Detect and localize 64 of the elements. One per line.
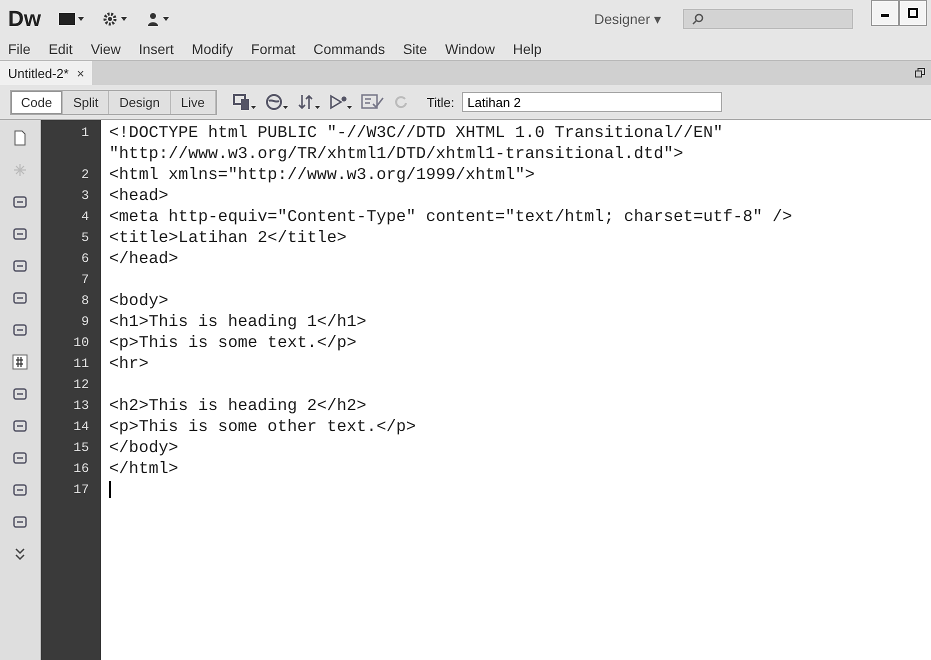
code-line: <!DOCTYPE html PUBLIC "-//W3C//DTD XHTML 1.0 Transitional//EN": [109, 123, 723, 142]
code-line: <html xmlns="http://www.w3.org/1999/xhtml">: [109, 165, 535, 184]
close-tab-button[interactable]: ×: [76, 66, 84, 80]
preview-icon[interactable]: [328, 93, 353, 111]
menu-item[interactable]: Site: [402, 41, 428, 57]
layout-icon[interactable]: [59, 12, 85, 26]
line-number: 6: [80, 251, 90, 266]
code-line: <meta http-equiv="Content-Type" content="text/html; charset=utf-8" />: [109, 207, 792, 226]
maximize-button[interactable]: [899, 0, 927, 26]
search-icon: [692, 13, 704, 25]
search-field[interactable]: [683, 9, 853, 29]
code-line: <title>Latihan 2</title>: [109, 228, 347, 247]
menu-item[interactable]: Insert: [138, 41, 174, 57]
code-line: <h2>This is heading 2</h2>: [109, 396, 366, 415]
line-number: 12: [72, 377, 90, 392]
menu-item[interactable]: Format: [251, 41, 296, 57]
transfer-icon[interactable]: [296, 93, 321, 111]
code-line: </body>: [109, 438, 178, 457]
code-line: </head>: [109, 249, 178, 268]
code-line: <head>: [109, 186, 168, 205]
devices-icon[interactable]: [232, 93, 257, 111]
gear-icon[interactable]: [103, 12, 129, 26]
restore-icon[interactable]: [915, 68, 925, 78]
line-number: 1: [80, 125, 90, 140]
code-line: <p>This is some other text.</p>: [109, 417, 416, 436]
hash-icon[interactable]: [12, 354, 28, 370]
line-number: 5: [80, 230, 90, 245]
menu-item[interactable]: View: [90, 41, 121, 57]
menu-item[interactable]: Commands: [313, 41, 385, 57]
menu-item[interactable]: Edit: [48, 41, 73, 57]
line-number: 4: [80, 209, 90, 224]
line-number: 15: [72, 440, 90, 455]
title-field[interactable]: Latihan 2: [462, 92, 722, 112]
menu-item[interactable]: File: [8, 41, 31, 57]
line-number: 13: [72, 398, 90, 413]
menu-item[interactable]: Modify: [192, 41, 234, 57]
line-number: 9: [80, 314, 90, 329]
line-number: 2: [80, 167, 90, 182]
code-line: <hr>: [109, 354, 149, 373]
view-tab[interactable]: Code: [11, 90, 64, 114]
workspace-dropdown[interactable]: Designer ▾: [590, 11, 665, 27]
code-line: </html>: [109, 459, 178, 478]
maximize-icon: [908, 8, 918, 18]
line-number: 16: [72, 461, 90, 476]
file-icon[interactable]: [12, 130, 28, 146]
minimize-button[interactable]: [871, 0, 899, 26]
line-number: 3: [80, 188, 90, 203]
line-number: 7: [80, 272, 90, 287]
document-tab[interactable]: Untitled-2* ×: [0, 61, 92, 85]
globe-icon[interactable]: [264, 93, 289, 111]
validate-icon[interactable]: [360, 93, 385, 111]
line-number: 17: [72, 482, 90, 497]
code-line: <body>: [109, 291, 168, 310]
line-number: 8: [80, 293, 90, 308]
code-line: <h1>This is heading 1</h1>: [109, 312, 366, 331]
line-number: 14: [72, 419, 90, 434]
line-number: 10: [72, 335, 90, 350]
code-line: <p>This is some text.</p>: [109, 333, 357, 352]
app-logo: Dw: [8, 6, 41, 32]
menu-item[interactable]: Window: [445, 41, 495, 57]
title-label: Title:: [426, 94, 454, 110]
line-number: 11: [72, 356, 90, 371]
code-line: "http://www.w3.org/TR/xhtml1/DTD/xhtml1-transitional.dtd">: [109, 144, 684, 163]
menu-item[interactable]: Help: [512, 41, 542, 57]
